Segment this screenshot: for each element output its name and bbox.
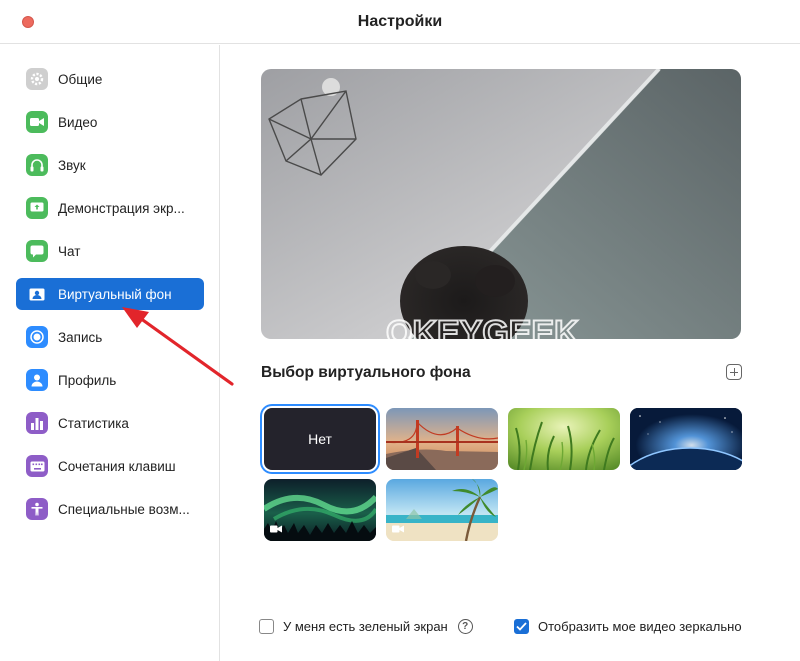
gear-icon (26, 68, 48, 90)
share-screen-icon (26, 197, 48, 219)
sidebar-item-label: Статистика (58, 415, 129, 431)
sidebar-item-keyboard-shortcuts[interactable]: Сочетания клавиш (16, 450, 204, 482)
background-thumb-golden-gate[interactable] (386, 408, 498, 470)
background-thumb-none[interactable]: Нет (264, 408, 376, 470)
mirror-video-checkbox[interactable] (514, 619, 529, 634)
background-thumb-northern-lights[interactable] (264, 479, 376, 541)
video-badge-icon (392, 525, 404, 533)
accessibility-icon (26, 498, 48, 520)
window-title: Настройки (357, 13, 443, 30)
sidebar-item-virtual-background[interactable]: Виртуальный фон (16, 278, 204, 310)
green-screen-checkbox[interactable] (259, 619, 274, 634)
background-thumb-grass[interactable] (508, 408, 620, 470)
sidebar-item-label: Чат (58, 243, 81, 259)
person-icon (26, 369, 48, 391)
sidebar-item-statistics[interactable]: Статистика (16, 407, 204, 439)
sidebar-item-accessibility[interactable]: Специальные возм... (16, 493, 204, 525)
mirror-video-label[interactable]: Отобразить мое видео зеркально (538, 619, 742, 634)
green-screen-label[interactable]: У меня есть зеленый экран (283, 619, 448, 634)
sidebar-item-chat[interactable]: Чат (16, 235, 204, 267)
section-title: Выбор виртуального фона (261, 364, 471, 381)
help-icon[interactable]: ? (457, 619, 473, 634)
sidebar-item-label: Виртуальный фон (58, 286, 172, 302)
sidebar-item-label: Видео (58, 114, 98, 130)
mirror-video-option: Отобразить мое видео зеркально (514, 619, 742, 634)
background-thumb-beach[interactable] (386, 479, 498, 541)
sidebar-item-label: Специальные возм... (58, 501, 190, 517)
sidebar-item-general[interactable]: Общие (16, 63, 204, 95)
sidebar-item-share-screen[interactable]: Демонстрация экр... (16, 192, 204, 224)
keyboard-icon (26, 455, 48, 477)
sidebar-item-audio[interactable]: Звук (16, 149, 204, 181)
sidebar-item-label: Сочетания клавиш (58, 458, 176, 474)
sidebar-item-label: Звук (58, 157, 86, 173)
video-badge-icon (270, 525, 282, 533)
video-camera-icon (26, 111, 48, 133)
sidebar-item-video[interactable]: Видео (16, 106, 204, 138)
sidebar-item-label: Запись (58, 329, 103, 345)
chat-bubble-icon (26, 240, 48, 262)
checkmark-icon (516, 622, 527, 631)
virtual-background-icon (26, 283, 48, 305)
headphones-icon (26, 154, 48, 176)
record-icon (26, 326, 48, 348)
settings-sidebar: Общие Видео Звук Демонстрация экр... Чат… (0, 45, 220, 661)
sidebar-item-label: Общие (58, 71, 103, 87)
title-bar: Настройки (0, 0, 800, 44)
background-thumb-earth[interactable] (630, 408, 742, 470)
sidebar-item-label: Профиль (58, 372, 117, 388)
sidebar-item-profile[interactable]: Профиль (16, 364, 204, 396)
thumb-label: Нет (308, 431, 332, 447)
bar-chart-icon (26, 412, 48, 434)
add-background-button[interactable] (726, 364, 742, 380)
watermark-text: OKEYGEEK (386, 314, 579, 339)
sidebar-item-label: Демонстрация экр... (58, 200, 185, 216)
sidebar-item-recording[interactable]: Запись (16, 321, 204, 353)
camera-preview: OKEYGEEK (261, 69, 741, 339)
green-screen-option: У меня есть зеленый экран ? (259, 619, 473, 634)
